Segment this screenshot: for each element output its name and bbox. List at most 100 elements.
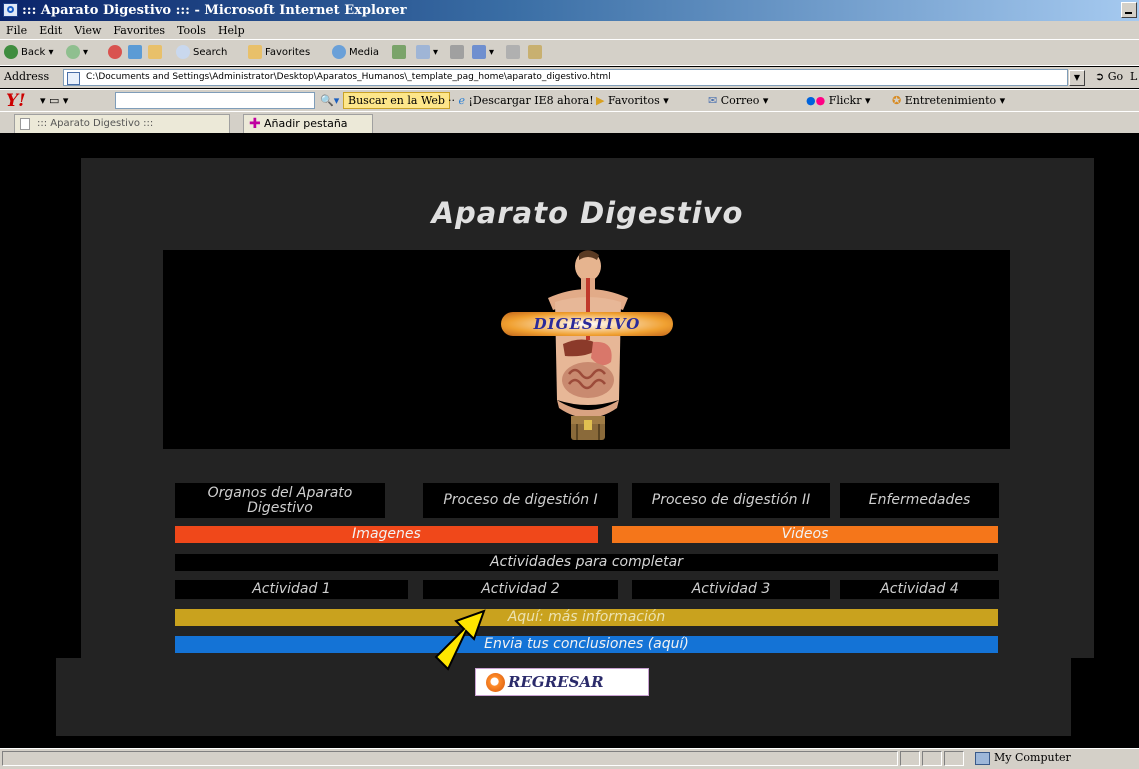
history-button[interactable]: [392, 44, 409, 62]
security-zone: My Computer: [975, 751, 1071, 765]
nav-proceso-digestion-1[interactable]: Proceso de digestión I: [423, 483, 618, 518]
menu-bar: File Edit View Favorites Tools Help: [0, 21, 1139, 40]
menu-view[interactable]: View: [68, 21, 107, 40]
tab-aparato-digestivo[interactable]: ::: Aparato Digestivo :::: [14, 114, 230, 133]
menu-help[interactable]: Help: [212, 21, 251, 40]
actividades-header: Actividades para completar: [175, 554, 998, 571]
ie-logo-icon: ℯ: [458, 94, 466, 107]
ie8-download-link[interactable]: ·· ℯ ¡Descargar IE8 ahora!: [448, 94, 594, 107]
correo-icon: ✉: [708, 94, 718, 107]
media-button[interactable]: Media: [332, 44, 379, 62]
yahoo-toolbar: Y! ▾ ▭ ▾ 🔍▾ Buscar en la Web ·· ℯ ¡Desca…: [0, 89, 1139, 111]
home-button[interactable]: [148, 44, 165, 62]
forward-arrow-icon: [66, 45, 80, 59]
address-url: C:\Documents and Settings\Administrator\…: [86, 72, 611, 82]
mail-icon: [416, 45, 430, 59]
refresh-button[interactable]: [128, 44, 145, 62]
actividad-3-button[interactable]: Actividad 3: [632, 580, 830, 599]
standard-toolbar: Back ▾ ▾ Search Favorites Media ▾ ▾: [0, 40, 1139, 66]
actividad-2-button[interactable]: Actividad 2: [423, 580, 618, 599]
refresh-icon: [128, 45, 142, 59]
favorites-label: Favorites: [265, 47, 311, 58]
search-icon: [176, 45, 190, 59]
tab-bar: ::: Aparato Digestivo ::: ✚ Añadir pestañ…: [0, 111, 1139, 133]
page-title: Aparato Digestivo: [431, 196, 744, 230]
media-label: Media: [349, 47, 380, 58]
menu-tools[interactable]: Tools: [171, 21, 212, 40]
menu-edit[interactable]: Edit: [33, 21, 68, 40]
digestivo-label: DIGESTIVO: [501, 312, 673, 336]
search-label: Search: [193, 47, 228, 58]
print-button[interactable]: [450, 44, 467, 62]
go-button[interactable]: ➲ Go: [1095, 70, 1123, 83]
footer-panel: REGRESAR: [56, 658, 1071, 736]
buscar-en-la-web-button[interactable]: Buscar en la Web: [343, 92, 450, 109]
status-text-cell: [2, 751, 898, 766]
correo-button[interactable]: ✉ Correo ▾: [708, 94, 768, 107]
media-bar: Imagenes Videos: [175, 526, 998, 543]
correo-label: Correo: [720, 94, 760, 107]
entretenimiento-label: Entretenimiento: [904, 94, 997, 107]
edit-button[interactable]: ▾: [472, 44, 494, 62]
flickr-label: Flickr: [828, 94, 862, 107]
menu-file[interactable]: File: [0, 21, 33, 40]
search-button[interactable]: Search: [176, 44, 227, 62]
window-title: ::: Aparato Digestivo ::: - Microsoft In…: [22, 3, 407, 18]
favoritos-label: Favoritos: [607, 94, 660, 107]
media-icon: [332, 45, 346, 59]
back-button[interactable]: Back ▾: [4, 44, 53, 62]
stop-button[interactable]: [108, 44, 125, 62]
messenger-button[interactable]: [528, 44, 545, 62]
stop-icon: [108, 45, 122, 59]
status-privacy-cell: [944, 751, 964, 766]
yahoo-search-icon[interactable]: 🔍▾: [320, 94, 339, 107]
entretenimiento-button[interactable]: ✪ Entretenimiento ▾: [892, 94, 1005, 107]
plus-icon: ✚: [249, 116, 261, 132]
discuss-button[interactable]: [506, 44, 523, 62]
address-label: Address: [4, 70, 50, 83]
nav-proceso-digestion-2[interactable]: Proceso de digestión II: [632, 483, 830, 518]
yahoo-logo[interactable]: Y!: [6, 91, 26, 111]
yahoo-search-input[interactable]: [115, 92, 315, 109]
digestive-system-illustration: [548, 250, 628, 440]
actividad-1-button[interactable]: Actividad 1: [175, 580, 408, 599]
discuss-icon: [506, 45, 520, 59]
new-tab-button[interactable]: ✚ Añadir pestaña: [243, 114, 373, 133]
go-arrow-icon: ➲: [1095, 70, 1105, 83]
flickr-button[interactable]: ●● Flickr ▾: [806, 94, 871, 107]
favoritos-icon: ▶: [596, 94, 605, 107]
favorites-button[interactable]: Favorites: [248, 44, 310, 62]
ie8-download-label: ¡Descargar IE8 ahora!: [468, 94, 594, 107]
computer-icon: [975, 751, 990, 765]
content-panel: Aparato Digestivo DIGESTIVO Organos del …: [81, 158, 1094, 658]
page-icon: [67, 72, 80, 85]
mas-informacion-button[interactable]: Aquí: más información: [175, 609, 998, 626]
go-label: Go: [1107, 70, 1124, 83]
forward-button[interactable]: ▾: [66, 44, 88, 62]
print-icon: [450, 45, 464, 59]
links-label[interactable]: L: [1130, 70, 1137, 83]
favorites-icon: [248, 45, 262, 59]
cursor-arrow-icon: [434, 609, 486, 671]
status-bar: My Computer: [0, 748, 1139, 769]
address-input[interactable]: C:\Documents and Settings\Administrator\…: [63, 69, 1068, 86]
entretenimiento-icon: ✪: [892, 94, 902, 107]
regresar-label: REGRESAR: [508, 673, 604, 691]
conclusiones-button[interactable]: Envia tus conclusiones (aquí): [175, 636, 998, 653]
flickr-icon: ●●: [806, 94, 826, 107]
mail-button[interactable]: ▾: [416, 44, 438, 62]
nav-enfermedades[interactable]: Enfermedades: [840, 483, 999, 518]
address-dropdown-button[interactable]: ▼: [1069, 70, 1085, 86]
back-label: Back: [21, 47, 46, 58]
minimize-button[interactable]: [1121, 2, 1137, 18]
yahoo-menu-button[interactable]: ▾ ▭ ▾: [40, 94, 68, 107]
favoritos-button[interactable]: ▶ Favoritos ▾: [596, 94, 669, 107]
edit-icon: [472, 45, 486, 59]
digestivo-banner: DIGESTIVO: [163, 250, 1010, 449]
nav-organos[interactable]: Organos del Aparato Digestivo: [175, 483, 385, 518]
actividad-4-button[interactable]: Actividad 4: [840, 580, 999, 599]
videos-button[interactable]: Videos: [612, 526, 998, 543]
menu-favorites[interactable]: Favorites: [107, 21, 171, 40]
imagenes-button[interactable]: Imagenes: [175, 526, 598, 543]
zone-label: My Computer: [994, 751, 1071, 764]
